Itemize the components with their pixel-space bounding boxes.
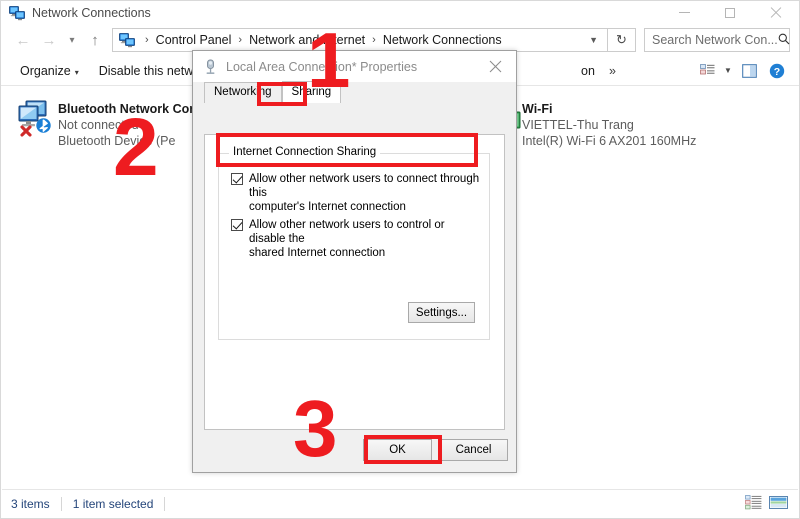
network-connections-icon xyxy=(119,32,135,48)
dialog-close-button[interactable] xyxy=(474,51,516,82)
organize-label: Organize xyxy=(20,63,71,78)
status-divider xyxy=(60,496,62,511)
breadcrumb-network-and-internet[interactable]: Network and Internet xyxy=(247,33,367,47)
window-title: Network Connections xyxy=(32,5,151,20)
search-input[interactable]: Search Network Con... xyxy=(645,33,778,47)
sharing-tab-panel: Internet Connection Sharing Allow other … xyxy=(204,134,505,430)
breadcrumb-separator: › xyxy=(145,34,149,46)
checkbox-label-line1: Allow other network users to control or … xyxy=(249,219,445,245)
breadcrumb-control-panel[interactable]: Control Panel xyxy=(154,33,234,47)
forward-button[interactable]: → xyxy=(36,27,62,53)
dialog-title: Local Area Connection* Properties xyxy=(226,59,418,74)
checkbox-allow-connect-row[interactable]: Allow other network users to connect thr… xyxy=(231,172,481,214)
connection-device: Bluetooth Device (Pe xyxy=(58,134,176,148)
preview-pane-icon[interactable] xyxy=(736,60,762,82)
checkbox-allow-connect-label: Allow other network users to connect thr… xyxy=(249,172,481,214)
details-view-icon[interactable] xyxy=(745,494,762,513)
dialog-title-bar: Local Area Connection* Properties xyxy=(193,51,516,82)
checkbox-label-line2: shared Internet connection xyxy=(249,247,386,259)
chevron-down-icon: ▾ xyxy=(74,67,79,77)
ok-button[interactable]: OK xyxy=(363,439,432,461)
forward-arrow-icon: → xyxy=(41,31,57,49)
organize-menu[interactable]: Organize ▾ xyxy=(10,64,89,78)
dialog-tabs: Networking Sharing xyxy=(193,81,516,103)
breadcrumb-separator: › xyxy=(372,34,376,46)
breadcrumb-separator: › xyxy=(238,34,243,46)
checkbox-label-line1: Allow other network users to connect thr… xyxy=(249,173,480,199)
list-item-wifi[interactable]: Wi-Fi VIETTEL-Thu Trang Intel(R) Wi-Fi 6… xyxy=(500,98,750,149)
status-item-count: 3 items xyxy=(11,496,50,511)
network-adapter-icon xyxy=(203,59,218,75)
window-controls xyxy=(661,1,799,24)
breadcrumb-bar[interactable]: › Control Panel › Network and Internet ›… xyxy=(112,28,608,52)
command-bar-right: ▼ ? xyxy=(694,60,790,82)
connection-status: VIETTEL-Thu Trang xyxy=(522,118,634,132)
bluetooth-network-adapter-icon xyxy=(14,98,58,138)
checkbox-allow-control-label: Allow other network users to control or … xyxy=(249,218,481,260)
dialog-body: Networking Sharing Internet Connection S… xyxy=(193,81,516,472)
checkbox-allow-connect[interactable] xyxy=(231,173,243,185)
status-divider xyxy=(164,496,166,511)
minimize-icon xyxy=(678,12,690,13)
refresh-button[interactable]: ↻ xyxy=(608,28,636,52)
breadcrumb-network-connections[interactable]: Network Connections xyxy=(381,33,504,47)
connection-name: Wi-Fi xyxy=(522,102,553,116)
checkbox-allow-control[interactable] xyxy=(231,219,243,231)
list-item-text: Wi-Fi VIETTEL-Thu Trang Intel(R) Wi-Fi 6… xyxy=(522,98,696,149)
maximize-button[interactable] xyxy=(707,1,753,24)
close-icon xyxy=(770,7,782,19)
up-arrow-icon: ↑ xyxy=(91,31,99,49)
status-selection: 1 item selected xyxy=(72,496,154,511)
svg-text:?: ? xyxy=(774,66,780,78)
checkbox-label-line2: computer's Internet connection xyxy=(249,201,406,213)
connection-status: Not connected xyxy=(58,118,139,132)
group-label: Internet Connection Sharing xyxy=(229,146,381,158)
local-area-connection-properties-dialog: Local Area Connection* Properties Networ… xyxy=(192,50,517,473)
tab-networking[interactable]: Networking xyxy=(204,82,282,103)
network-connections-icon xyxy=(9,5,25,21)
help-icon[interactable]: ? xyxy=(764,60,790,82)
recent-locations-button[interactable]: ▾ xyxy=(62,27,82,53)
minimize-button[interactable] xyxy=(661,1,707,24)
list-item-text: Bluetooth Network Conn Not connected Blu… xyxy=(58,98,205,149)
settings-button[interactable]: Settings... xyxy=(408,302,475,323)
chevron-down-icon[interactable]: ▼ xyxy=(580,35,607,45)
large-icons-view-icon[interactable] xyxy=(769,495,788,513)
cancel-button[interactable]: Cancel xyxy=(439,439,508,461)
refresh-icon: ↻ xyxy=(616,32,627,47)
view-buttons xyxy=(745,494,798,513)
search-icon xyxy=(778,33,790,48)
back-arrow-icon: ← xyxy=(15,31,31,49)
connection-device: Intel(R) Wi-Fi 6 AX201 160MHz xyxy=(522,134,697,148)
overflow-chevron[interactable]: » xyxy=(605,64,626,78)
close-icon xyxy=(489,60,501,73)
close-button[interactable] xyxy=(753,1,799,24)
checkbox-allow-control-row[interactable]: Allow other network users to control or … xyxy=(231,218,481,260)
search-box[interactable]: Search Network Con... xyxy=(644,28,790,52)
back-button[interactable]: ← xyxy=(10,27,36,53)
tab-sharing[interactable]: Sharing xyxy=(281,81,342,103)
change-view-icon[interactable] xyxy=(694,60,720,82)
view-caret-icon[interactable]: ▼ xyxy=(722,60,734,82)
status-bar: 3 items 1 item selected xyxy=(2,489,798,517)
maximize-icon xyxy=(725,7,735,18)
up-button[interactable]: ↑ xyxy=(82,27,108,53)
internet-connection-sharing-group: Internet Connection Sharing Allow other … xyxy=(218,146,490,340)
connection-name: Bluetooth Network Conn xyxy=(58,102,205,116)
chevron-down-icon: ▾ xyxy=(69,34,75,46)
title-bar: Network Connections xyxy=(1,1,799,24)
